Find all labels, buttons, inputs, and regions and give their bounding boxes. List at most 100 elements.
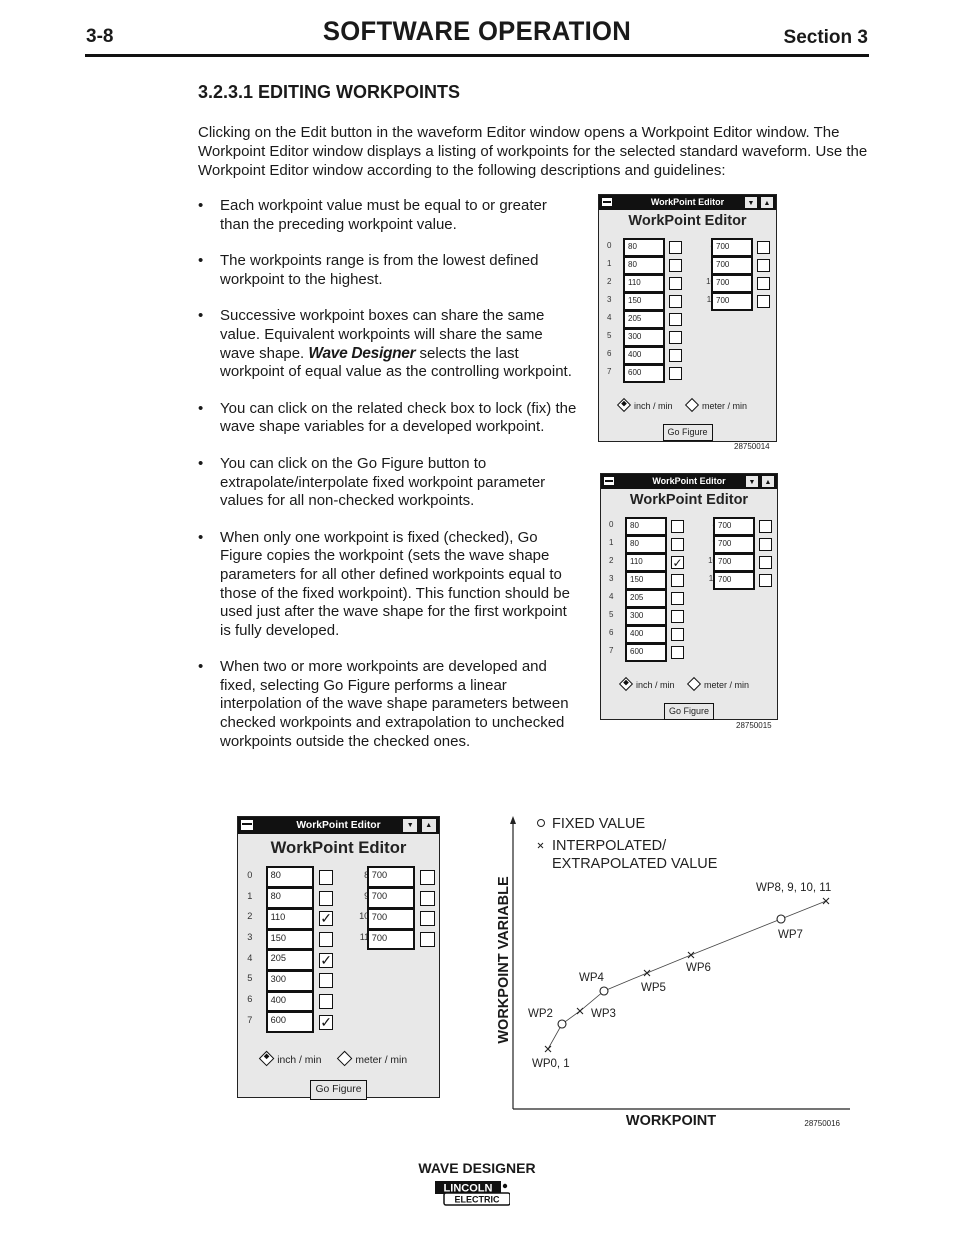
workpoint-lock-checkbox[interactable] <box>419 890 435 906</box>
workpoint-value-field[interactable]: 150 <box>623 292 665 311</box>
workpoint-value-field[interactable]: 110 <box>265 907 314 930</box>
workpoint-lock-checkbox[interactable] <box>759 520 772 533</box>
workpoint-lock-checkbox[interactable] <box>318 890 334 906</box>
workpoint-value-field[interactable]: 80 <box>623 256 665 275</box>
workpoint-value-field[interactable]: 700 <box>711 256 753 275</box>
workpoint-lock-checkbox[interactable] <box>419 911 435 927</box>
workpoint-lock-checkbox[interactable] <box>671 520 684 533</box>
unit-radio-inch-min[interactable]: inch / min <box>258 1050 321 1067</box>
workpoint-lock-checkbox[interactable] <box>669 349 682 362</box>
workpoint-lock-checkbox[interactable] <box>669 367 682 380</box>
workpoint-value-field[interactable]: 600 <box>265 1011 314 1034</box>
unit-radio-meter-min[interactable]: meter / min <box>336 1050 407 1067</box>
workpoint-value-field[interactable]: 700 <box>713 517 755 536</box>
workpoint-value-field[interactable]: 300 <box>623 328 665 347</box>
workpoint-lock-checkbox[interactable]: ✓ <box>318 911 334 926</box>
workpoint-lock-checkbox[interactable] <box>759 538 772 551</box>
workpoint-index: 5 <box>609 610 614 619</box>
workpoint-lock-checkbox[interactable] <box>759 556 772 569</box>
unit-radio-meter-min[interactable]: meter / min <box>684 397 747 413</box>
go-figure-button[interactable]: Go Figure <box>309 1080 368 1100</box>
system-menu-icon[interactable] <box>601 197 613 207</box>
workpoint-lock-checkbox[interactable] <box>671 592 684 605</box>
workpoint-index: 7 <box>247 1014 253 1025</box>
workpoint-lock-checkbox[interactable] <box>318 869 334 885</box>
workpoint-value-field[interactable]: 205 <box>265 949 314 971</box>
bullet-text: You can click on the related check box t… <box>220 399 577 436</box>
workpoint-value-field[interactable]: 110 <box>623 274 665 293</box>
workpoint-lock-checkbox[interactable] <box>757 259 770 272</box>
workpoint-lock-checkbox[interactable] <box>669 295 682 308</box>
workpoint-lock-checkbox[interactable] <box>671 538 684 551</box>
workpoint-value-field[interactable]: 300 <box>265 969 314 992</box>
workpoint-value-field[interactable]: 600 <box>623 364 665 383</box>
workpoint-value-field[interactable]: 400 <box>265 990 314 1013</box>
window-titlebar[interactable]: WorkPoint Editor ▼ ▲ <box>601 474 777 489</box>
workpoint-lock-checkbox[interactable] <box>419 869 435 885</box>
workpoint-lock-checkbox[interactable] <box>669 331 682 344</box>
workpoint-value-field[interactable]: 700 <box>366 866 416 889</box>
window-titlebar[interactable]: WorkPoint Editor ▼ ▲ <box>238 817 439 835</box>
workpoint-value-field[interactable]: 700 <box>366 907 416 930</box>
workpoint-lock-checkbox[interactable] <box>671 574 684 587</box>
workpoint-lock-checkbox[interactable]: ✓ <box>671 556 684 570</box>
workpoint-value-field[interactable]: 700 <box>711 238 753 257</box>
workpoint-lock-checkbox[interactable] <box>669 259 682 272</box>
workpoint-value-field[interactable]: 400 <box>623 346 665 365</box>
workpoint-value-field[interactable]: 80 <box>623 238 665 257</box>
workpoint-value-field[interactable]: 700 <box>711 292 753 311</box>
workpoint-lock-checkbox[interactable] <box>669 313 682 326</box>
workpoint-lock-checkbox[interactable] <box>671 646 684 659</box>
workpoint-lock-checkbox[interactable] <box>759 574 772 587</box>
system-menu-icon[interactable] <box>240 819 254 831</box>
workpoint-value-field[interactable]: 150 <box>625 571 667 590</box>
point-label: WP2 <box>528 1008 553 1020</box>
window-titlebar[interactable]: WorkPoint Editor ▼ ▲ <box>599 195 776 210</box>
workpoint-value-field[interactable]: 150 <box>265 928 314 951</box>
workpoint-value-field[interactable]: 700 <box>713 535 755 554</box>
unit-radio-inch-min[interactable]: inch / min <box>616 397 673 413</box>
workpoint-lock-checkbox[interactable] <box>669 277 682 290</box>
go-figure-button[interactable]: Go Figure <box>662 424 713 441</box>
bullet-text: You can click on the Go Figure button to… <box>220 454 546 510</box>
minimize-arrow-icon[interactable]: ▼ <box>402 818 419 833</box>
workpoint-lock-checkbox[interactable] <box>757 241 770 254</box>
workpoint-value-field[interactable]: 600 <box>625 643 667 662</box>
workpoint-interpolation-chart: FIXED VALUE INTERPOLATED/EXTRAPOLATED VAL… <box>496 816 850 1129</box>
workpoint-lock-checkbox[interactable] <box>671 628 684 641</box>
workpoint-value-field[interactable]: 300 <box>625 607 667 626</box>
workpoint-lock-checkbox[interactable] <box>757 277 770 290</box>
workpoint-lock-checkbox[interactable] <box>318 932 334 947</box>
workpoint-value-field[interactable]: 700 <box>713 571 755 590</box>
unit-radio-meter-min[interactable]: meter / min <box>686 676 749 692</box>
unit-radio-inch-min[interactable]: inch / min <box>618 676 675 692</box>
go-figure-button[interactable]: Go Figure <box>664 703 714 720</box>
workpoint-lock-checkbox[interactable] <box>318 973 334 989</box>
workpoint-value-field[interactable]: 700 <box>711 274 753 293</box>
workpoint-value-field[interactable]: 80 <box>625 535 667 554</box>
workpoint-lock-checkbox[interactable] <box>669 241 682 254</box>
workpoint-value-field[interactable]: 110 <box>625 553 667 572</box>
workpoint-lock-checkbox[interactable] <box>671 610 684 623</box>
workpoint-lock-checkbox[interactable] <box>419 932 435 947</box>
workpoint-value-field[interactable]: 80 <box>625 517 667 536</box>
maximize-arrow-icon[interactable]: ▲ <box>420 818 437 833</box>
bullet-item: • You can click on the Go Figure button t… <box>198 455 578 511</box>
maximize-arrow-icon[interactable]: ▲ <box>761 475 775 488</box>
workpoint-value-field[interactable]: 700 <box>366 887 416 909</box>
system-menu-icon[interactable] <box>603 476 615 486</box>
workpoint-lock-checkbox[interactable]: ✓ <box>318 952 334 968</box>
workpoint-lock-checkbox[interactable] <box>318 994 334 1010</box>
workpoint-value-field[interactable]: 80 <box>265 887 314 909</box>
workpoint-value-field[interactable]: 700 <box>366 928 416 951</box>
minimize-arrow-icon[interactable]: ▼ <box>745 475 759 488</box>
workpoint-value-field[interactable]: 80 <box>265 866 314 889</box>
minimize-arrow-icon[interactable]: ▼ <box>744 196 758 209</box>
workpoint-value-field[interactable]: 205 <box>625 589 667 608</box>
maximize-arrow-icon[interactable]: ▲ <box>760 196 774 209</box>
workpoint-value-field[interactable]: 400 <box>625 625 667 644</box>
workpoint-value-field[interactable]: 700 <box>713 553 755 572</box>
workpoint-lock-checkbox[interactable]: ✓ <box>318 1014 334 1030</box>
workpoint-value-field[interactable]: 205 <box>623 310 665 329</box>
workpoint-lock-checkbox[interactable] <box>757 295 770 308</box>
